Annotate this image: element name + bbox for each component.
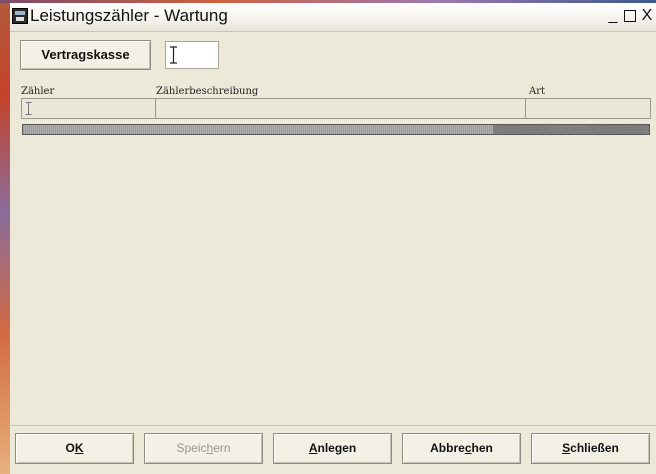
desktop-background [0, 0, 10, 474]
window-title: Leistungszähler - Wartung [30, 6, 228, 25]
ok-button[interactable]: OK [15, 433, 134, 464]
column-header-art[interactable]: Art [529, 86, 545, 97]
speichern-label: Speic [176, 441, 207, 455]
ok-label: O [65, 441, 75, 455]
schliessen-accelerator: S [562, 441, 571, 455]
schliessen-label-rest: chließen [570, 441, 619, 455]
text-cursor-icon [25, 102, 32, 115]
table-row[interactable] [21, 98, 651, 119]
ok-accelerator: K [74, 441, 84, 455]
cell-divider [525, 99, 526, 118]
column-header-beschreibung[interactable]: Zählerbeschreibung [156, 86, 258, 97]
vertragskasse-input[interactable] [165, 41, 219, 69]
abbrechen-label: Abbre [430, 441, 465, 455]
minimize-button[interactable]: _ [604, 7, 622, 25]
speichern-button[interactable]: Speichern [144, 433, 263, 464]
anlegen-accelerator: A [308, 441, 318, 455]
abbrechen-button[interactable]: Abbrechen [402, 433, 521, 464]
vertragskasse-button[interactable]: Vertragskasse [20, 40, 151, 70]
horizontal-scrollbar[interactable] [22, 124, 650, 135]
speichern-label-rest: ern [213, 441, 231, 455]
app-icon [12, 8, 28, 24]
scrollbar-thumb[interactable] [23, 125, 493, 134]
dialog-window: Leistungszähler - Wartung _ X Vertragska… [10, 3, 656, 474]
anlegen-label-rest: nlegen [317, 441, 357, 455]
divider [10, 425, 656, 426]
anlegen-button[interactable]: Anlegen [273, 433, 392, 464]
maximize-icon [624, 10, 636, 22]
text-cursor-icon [170, 46, 177, 64]
abbrechen-accelerator: c [464, 441, 472, 455]
close-button[interactable]: X [638, 7, 656, 25]
maximize-button[interactable] [621, 7, 639, 25]
column-header-zaehler[interactable]: Zähler [21, 86, 54, 97]
title-bar[interactable]: Leistungszähler - Wartung _ X [10, 3, 656, 32]
schliessen-button[interactable]: Schließen [531, 433, 650, 464]
cell-divider [155, 99, 156, 118]
abbrechen-label-rest: hen [471, 441, 493, 455]
